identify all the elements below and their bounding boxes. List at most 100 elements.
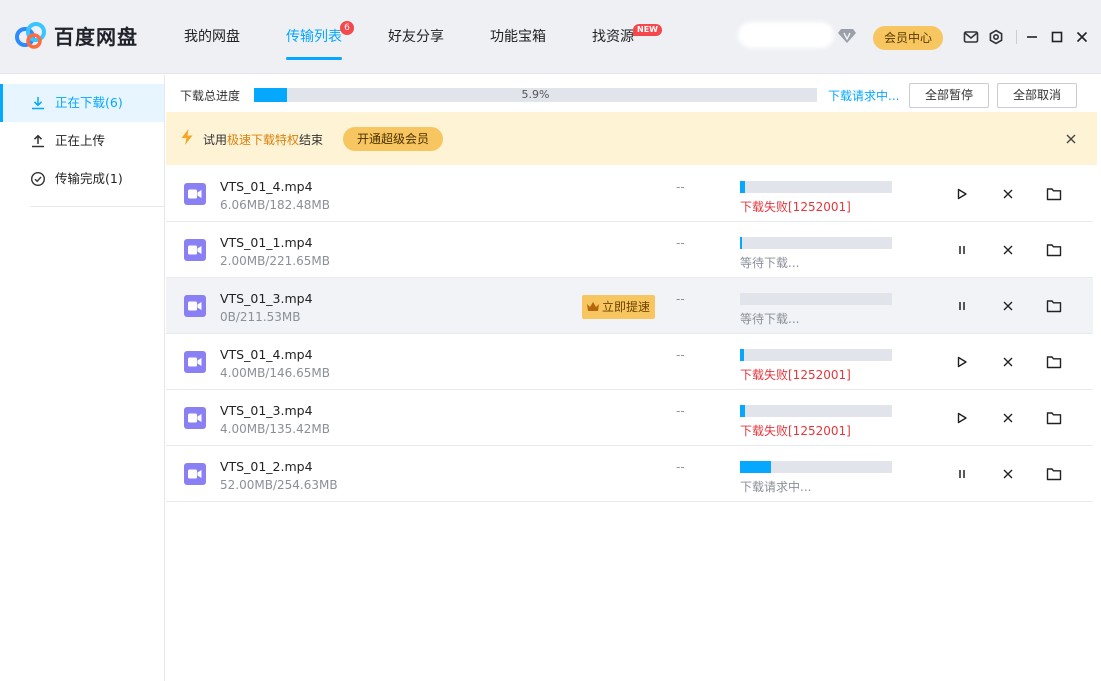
cancel-download-button[interactable] — [1000, 298, 1016, 314]
video-file-icon — [184, 183, 206, 205]
cancel-download-button[interactable] — [1000, 466, 1016, 482]
title-bar: 百度网盘 我的网盘 传输列表 6 好友分享 功能宝箱 找资源 NEW 会员中心 — [0, 0, 1101, 74]
video-file-icon — [184, 407, 206, 429]
settings-gear-icon[interactable] — [987, 28, 1005, 46]
pause-button[interactable] — [954, 242, 970, 258]
pause-all-button[interactable]: 全部暂停 — [909, 83, 989, 108]
download-list: VTS_01_4.mp4 6.06MB/182.48MB -- 下载失败[125… — [166, 166, 1093, 502]
tab-label: 找资源 — [592, 29, 634, 45]
table-row[interactable]: VTS_01_2.mp4 52.00MB/254.63MB -- 下载请求中..… — [166, 446, 1093, 502]
sidebar-item-downloading[interactable]: 正在下载(6) — [0, 84, 164, 122]
open-folder-button[interactable] — [1046, 354, 1062, 370]
file-progress-fill — [740, 405, 745, 417]
file-progress-bar — [740, 181, 892, 193]
resume-button[interactable] — [954, 410, 970, 426]
open-folder-button[interactable] — [1046, 466, 1062, 482]
file-size: 4.00MB/146.65MB — [220, 366, 330, 380]
file-size: 0B/211.53MB — [220, 310, 301, 324]
close-icon — [1003, 245, 1013, 255]
download-speed: -- — [676, 460, 685, 474]
table-row[interactable]: VTS_01_4.mp4 6.06MB/182.48MB -- 下载失败[125… — [166, 166, 1093, 222]
open-folder-button[interactable] — [1046, 298, 1062, 314]
table-row[interactable]: VTS_01_3.mp4 4.00MB/135.42MB -- 下载失败[125… — [166, 390, 1093, 446]
file-progress-bar — [740, 405, 892, 417]
cancel-download-button[interactable] — [1000, 354, 1016, 370]
open-folder-button[interactable] — [1046, 410, 1062, 426]
app-logo[interactable]: 百度网盘 — [14, 20, 138, 50]
cancel-download-button[interactable] — [1000, 410, 1016, 426]
tab-label: 传输列表 — [286, 29, 342, 45]
speed-up-label: 立即提速 — [602, 300, 651, 314]
tab-find-resources[interactable]: 找资源 NEW — [592, 0, 662, 74]
download-panel: 下载总进度 5.9% 下载请求中... 全部暂停 全部取消 试用极速下载特权结束… — [166, 75, 1101, 681]
user-avatar[interactable] — [738, 22, 834, 48]
folder-icon — [1046, 412, 1062, 425]
tab-toolbox[interactable]: 功能宝箱 — [490, 0, 546, 74]
download-speed: -- — [676, 180, 685, 194]
file-name: VTS_01_2.mp4 — [220, 459, 313, 474]
minimize-icon[interactable] — [1023, 28, 1041, 46]
promo-message: 试用极速下载特权结束 — [203, 131, 323, 148]
sidebar-divider — [30, 206, 164, 207]
download-status: 下载请求中... — [740, 480, 812, 494]
cancel-download-button[interactable] — [1000, 186, 1016, 202]
download-icon — [32, 97, 44, 110]
diamond-icon — [838, 29, 856, 43]
close-icon — [1003, 301, 1013, 311]
file-name: VTS_01_1.mp4 — [220, 235, 313, 250]
crown-icon — [587, 302, 599, 311]
close-window-icon[interactable] — [1073, 28, 1091, 46]
pause-icon — [959, 246, 965, 254]
play-icon — [957, 188, 967, 200]
video-file-icon — [184, 239, 206, 261]
file-progress-bar — [740, 237, 892, 249]
sidebar-item-completed[interactable]: 传输完成(1) — [0, 160, 164, 198]
resume-button[interactable] — [954, 354, 970, 370]
folder-icon — [1046, 244, 1062, 257]
file-size: 52.00MB/254.63MB — [220, 478, 338, 492]
pause-button[interactable] — [954, 466, 970, 482]
pause-button[interactable] — [954, 298, 970, 314]
tab-my-disk[interactable]: 我的网盘 — [184, 0, 240, 74]
open-folder-button[interactable] — [1046, 186, 1062, 202]
video-file-icon — [184, 463, 206, 485]
file-size: 2.00MB/221.65MB — [220, 254, 330, 268]
maximize-icon[interactable] — [1048, 28, 1066, 46]
download-status: 下载失败[1252001] — [740, 200, 851, 214]
sidebar-item-uploading[interactable]: 正在上传 — [0, 122, 164, 160]
file-name: VTS_01_3.mp4 — [220, 403, 313, 418]
lightning-icon — [181, 129, 193, 145]
speedup-promo-banner: 试用极速下载特权结束 开通超级会员 — [166, 112, 1097, 165]
download-status: 等待下载... — [740, 256, 800, 270]
total-progress-row: 下载总进度 5.9% 下载请求中... 全部暂停 全部取消 — [166, 75, 1101, 111]
file-progress-bar — [740, 293, 892, 305]
file-progress-bar — [740, 349, 892, 361]
cancel-all-button[interactable]: 全部取消 — [997, 83, 1077, 108]
file-progress-fill — [740, 181, 745, 193]
open-folder-button[interactable] — [1046, 242, 1062, 258]
file-progress-bar — [740, 461, 892, 473]
vip-center-button[interactable]: 会员中心 — [873, 26, 943, 50]
download-speed: -- — [676, 236, 685, 250]
table-row[interactable]: VTS_01_4.mp4 4.00MB/146.65MB -- 下载失败[125… — [166, 334, 1093, 390]
close-icon — [1003, 357, 1013, 367]
download-status: 等待下载... — [740, 312, 800, 326]
mail-icon[interactable] — [962, 28, 980, 46]
tab-transfer-list[interactable]: 传输列表 6 — [286, 0, 354, 74]
new-badge: NEW — [633, 24, 662, 36]
table-row[interactable]: VTS_01_1.mp4 2.00MB/221.65MB -- 等待下载... — [166, 222, 1093, 278]
tab-friend-share[interactable]: 好友分享 — [388, 0, 444, 74]
file-name: VTS_01_4.mp4 — [220, 179, 313, 194]
cancel-download-button[interactable] — [1000, 242, 1016, 258]
transfer-sidebar: 正在下载(6) 正在上传 传输完成(1) — [0, 75, 165, 681]
close-icon[interactable] — [1064, 132, 1078, 146]
pause-icon — [959, 470, 965, 478]
file-progress-fill — [740, 461, 771, 473]
resume-button[interactable] — [954, 186, 970, 202]
open-super-vip-button[interactable]: 开通超级会员 — [343, 127, 443, 151]
promo-prefix: 试用 — [203, 133, 228, 147]
speed-up-button[interactable]: 立即提速 — [582, 295, 656, 319]
table-row[interactable]: VTS_01_3.mp4 0B/211.53MB -- 等待下载... 立即提速 — [166, 278, 1093, 334]
promo-highlight: 极速下载特权 — [227, 133, 300, 147]
tab-label: 功能宝箱 — [490, 29, 546, 45]
